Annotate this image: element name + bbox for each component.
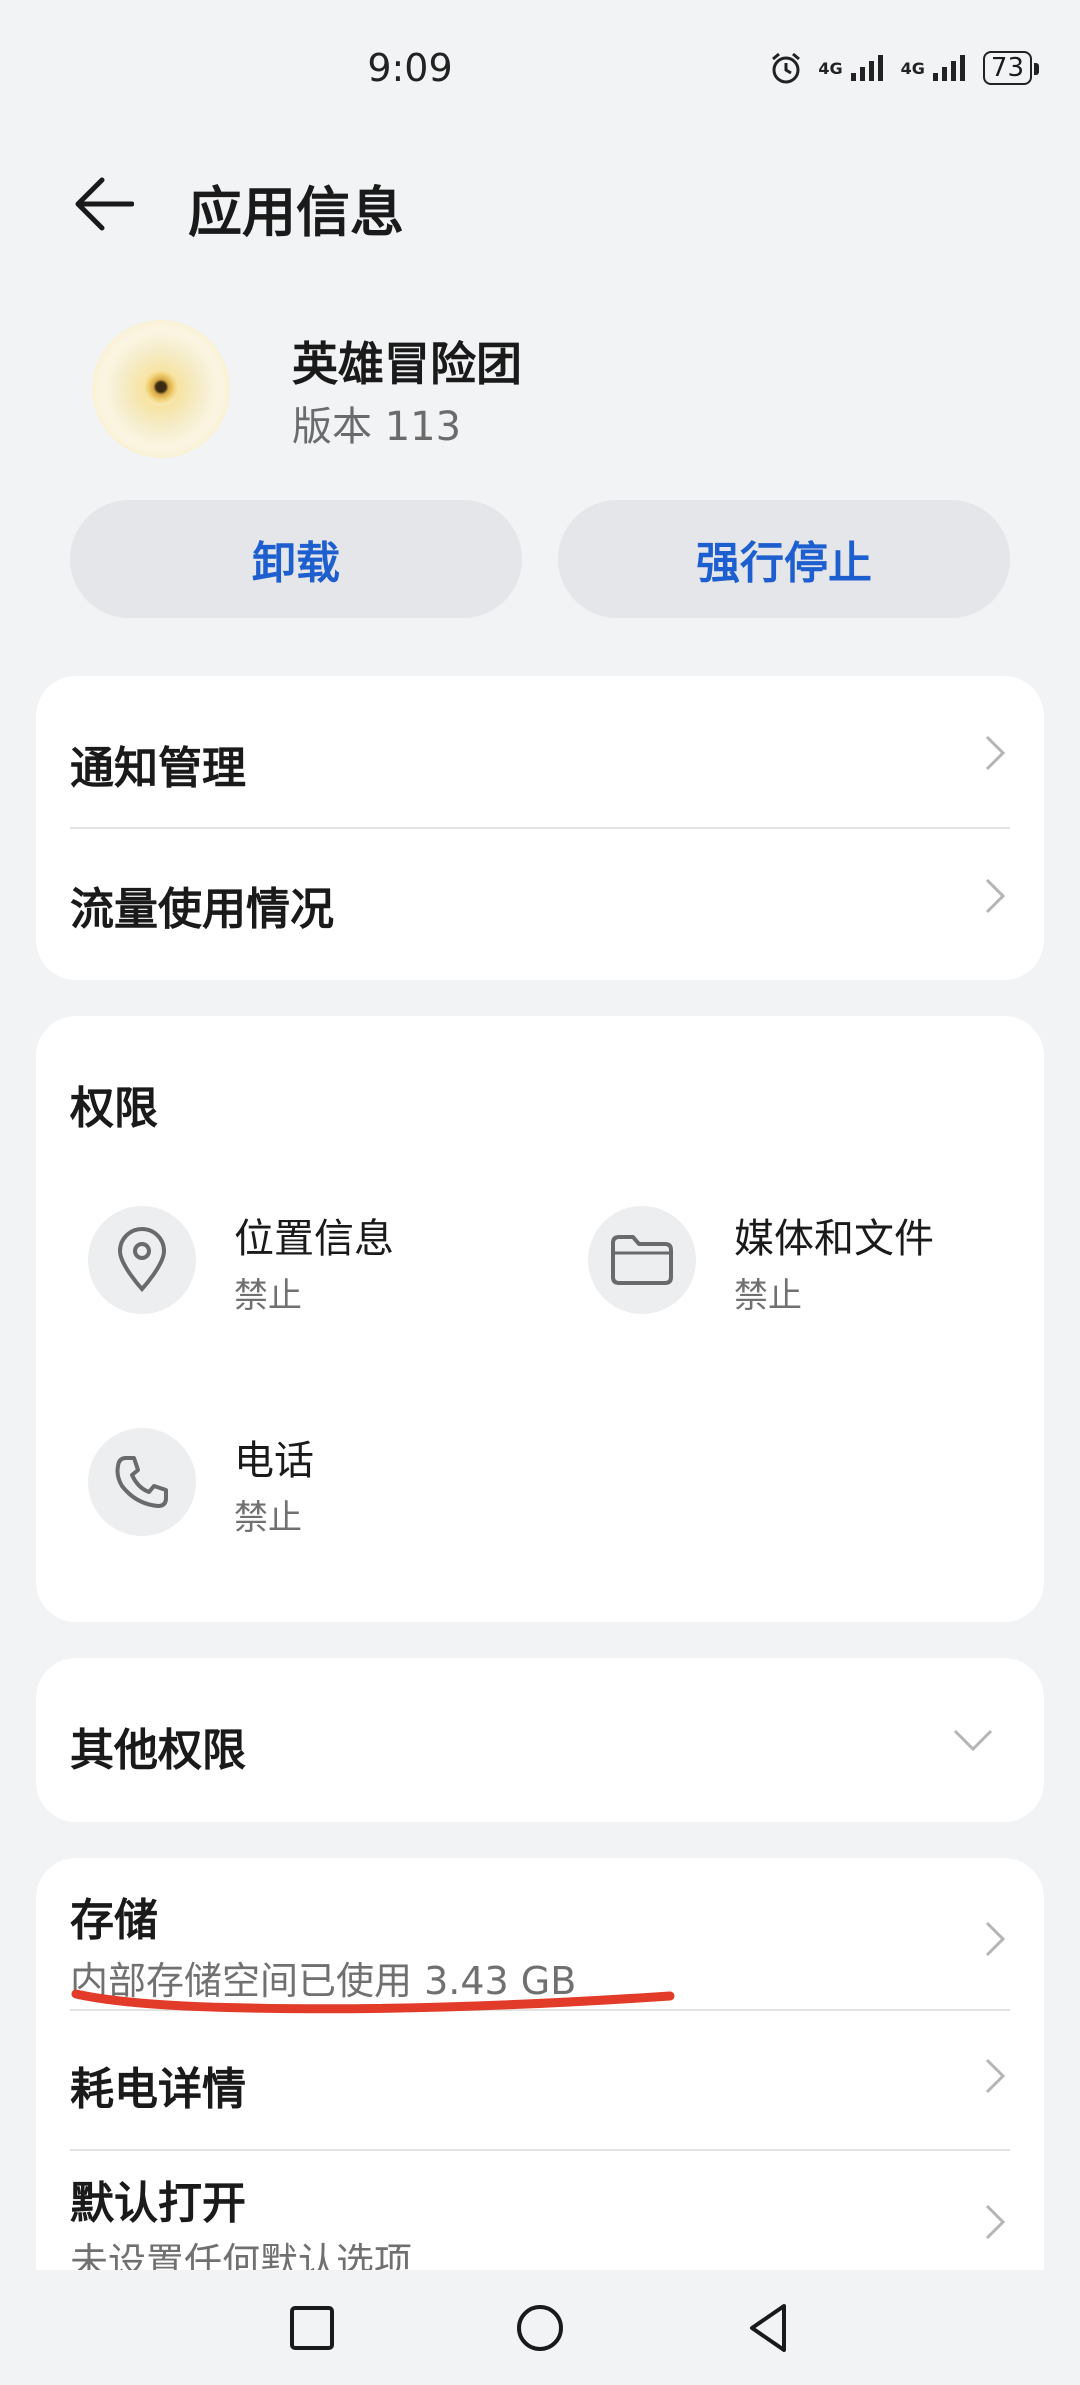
permission-media-files[interactable]: 媒体和文件 禁止 xyxy=(536,1206,1036,1346)
page-title: 应用信息 xyxy=(188,181,404,244)
force-stop-button[interactable]: 强行停止 xyxy=(558,500,1010,618)
other-permissions-row[interactable]: 其他权限 xyxy=(36,1658,1044,1822)
battery-icon: 73 xyxy=(982,51,1040,85)
chevron-right-icon xyxy=(985,2204,1006,2240)
storage-card: 存储 内部存储空间已使用 3.43 GB 耗电详情 默认打开 未设置任何默认选项 xyxy=(36,1858,1044,2284)
back-arrow-icon[interactable] xyxy=(72,176,134,232)
battery-details-label: 耗电详情 xyxy=(70,2064,246,2115)
permission-location-label: 位置信息 xyxy=(234,1216,394,1262)
permission-media-files-label: 媒体和文件 xyxy=(734,1216,934,1262)
chevron-right-icon xyxy=(985,1921,1006,1957)
signal-label-2: 4G xyxy=(900,58,925,78)
permissions-card: 权限 位置信息 禁止 媒体和文件 禁止 电话 禁止 xyxy=(36,1016,1044,1622)
uninstall-button[interactable]: 卸载 xyxy=(70,500,522,618)
other-permissions-label: 其他权限 xyxy=(70,1725,246,1776)
permission-phone[interactable]: 电话 禁止 xyxy=(36,1428,536,1568)
permission-phone-label: 电话 xyxy=(234,1438,314,1484)
storage-label: 存储 xyxy=(70,1895,158,1946)
status-time: 9:09 xyxy=(367,46,453,90)
default-open-row[interactable]: 默认打开 未设置任何默认选项 xyxy=(36,2151,1044,2284)
app-settings-card: 通知管理 流量使用情况 xyxy=(36,676,1044,980)
back-triangle-icon[interactable] xyxy=(740,2298,800,2358)
signal-label-1: 4G xyxy=(818,58,843,78)
battery-details-row[interactable]: 耗电详情 xyxy=(36,2011,1044,2148)
app-icon xyxy=(92,320,230,458)
permissions-title: 权限 xyxy=(70,1083,158,1134)
notification-management-row[interactable]: 通知管理 xyxy=(36,676,1044,826)
recents-square-icon[interactable] xyxy=(282,2298,342,2358)
phone-icon xyxy=(88,1428,196,1536)
permission-media-files-status: 禁止 xyxy=(734,1276,802,1316)
app-version: 版本 113 xyxy=(292,404,462,450)
alarm-icon xyxy=(772,52,801,84)
home-circle-icon[interactable] xyxy=(510,2298,570,2358)
permission-phone-status: 禁止 xyxy=(234,1498,302,1538)
notification-management-label: 通知管理 xyxy=(70,743,246,794)
signal-icon xyxy=(850,55,883,81)
app-name: 英雄冒险团 xyxy=(292,337,522,391)
folder-icon xyxy=(588,1206,696,1314)
data-usage-label: 流量使用情况 xyxy=(70,884,334,935)
chevron-right-icon xyxy=(985,2058,1006,2094)
chevron-down-icon xyxy=(953,1729,993,1752)
status-icons: 4G 4G 73 xyxy=(768,50,1040,86)
signal-icon xyxy=(932,55,965,81)
location-pin-icon xyxy=(88,1206,196,1314)
data-usage-row[interactable]: 流量使用情况 xyxy=(36,829,1044,979)
permission-location-status: 禁止 xyxy=(234,1276,302,1316)
permission-location[interactable]: 位置信息 禁止 xyxy=(36,1206,536,1346)
chevron-right-icon xyxy=(985,878,1006,914)
chevron-right-icon xyxy=(985,735,1006,771)
default-open-label: 默认打开 xyxy=(70,2178,246,2229)
red-annotation-underline xyxy=(71,1989,675,2014)
